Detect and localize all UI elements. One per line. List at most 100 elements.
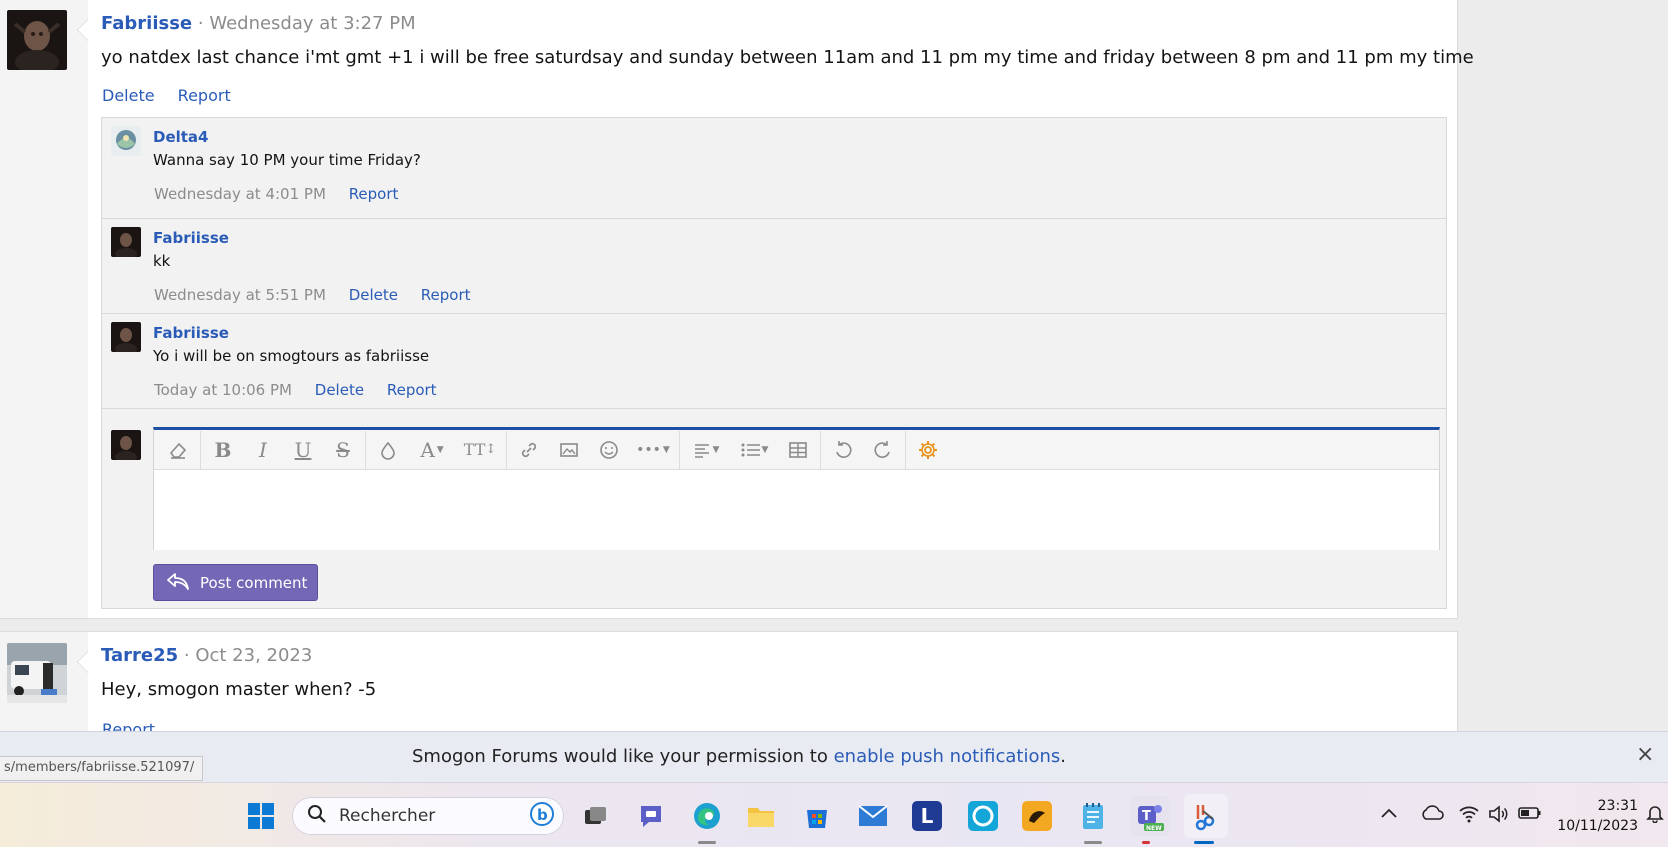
snipping-tool-icon[interactable] [1184, 794, 1228, 838]
svg-text:T: T [1142, 809, 1151, 824]
app-l-icon[interactable]: L [912, 801, 942, 831]
clock-time: 23:31 [1597, 798, 1638, 814]
app-game-icon[interactable] [1022, 801, 1052, 831]
profile-post: Fabriisse · Wednesday at 3:27 PM yo natd… [0, 0, 1474, 619]
underline-icon[interactable]: U [283, 430, 323, 470]
system-clock[interactable]: 23:31 10/11/2023 [1554, 796, 1638, 836]
post-time[interactable]: Wednesday at 3:27 PM [209, 13, 415, 34]
strikethrough-icon[interactable]: S [323, 430, 363, 470]
post-body: Hey, smogon master when? -5 [101, 679, 377, 700]
post-actions: Delete Report [102, 86, 249, 105]
avatar [111, 430, 141, 460]
smilies-icon[interactable] [589, 430, 629, 470]
comment-author[interactable]: Fabriisse [153, 229, 229, 247]
microsoft-store-icon[interactable] [802, 801, 832, 831]
link-icon[interactable] [509, 430, 549, 470]
volume-icon[interactable] [1488, 805, 1510, 828]
undo-icon[interactable] [823, 430, 863, 470]
clock-date: 10/11/2023 [1557, 818, 1638, 834]
post-author[interactable]: Tarre25 [101, 645, 178, 666]
alexa-icon[interactable] [968, 801, 998, 831]
redo-icon[interactable] [863, 430, 903, 470]
taskbar-search[interactable]: Rechercher b [292, 797, 564, 835]
italic-icon[interactable]: I [243, 430, 283, 470]
task-view-icon[interactable] [580, 801, 610, 831]
comment-input[interactable] [154, 470, 1439, 550]
comment-time[interactable]: Wednesday at 5:51 PM [154, 286, 326, 304]
editor-toolbar: B I U S A ▼ TT ↕ ••• ▼ ▼ ▼ [154, 430, 1439, 470]
font-family-icon[interactable]: A ▼ [408, 430, 456, 470]
separator: · [183, 645, 190, 666]
post-body: yo natdex last chance i'mt gmt +1 i will… [101, 47, 1474, 68]
onedrive-icon[interactable] [1420, 805, 1444, 826]
close-icon[interactable]: × [1636, 742, 1654, 767]
comment: Fabriisse Yo i will be on smogtours as f… [102, 314, 1446, 409]
comments-section: Delta4 Wanna say 10 PM your time Friday?… [101, 117, 1447, 609]
active-indicator [1084, 841, 1102, 844]
avatar[interactable] [111, 322, 141, 352]
active-indicator [1194, 841, 1214, 844]
comment-meta: Wednesday at 5:51 PM Delete Report [154, 286, 489, 304]
push-notification-banner: Smogon Forums would like your permission… [0, 731, 1668, 782]
comment-meta: Wednesday at 4:01 PM Report [154, 185, 416, 203]
post-author[interactable]: Fabriisse [101, 13, 192, 34]
comment-text: Yo i will be on smogtours as fabriisse [153, 347, 430, 365]
active-indicator [698, 841, 716, 844]
post-comment-button[interactable]: Post comment [153, 564, 318, 601]
comment-time[interactable]: Wednesday at 4:01 PM [154, 185, 326, 203]
svg-text:b: b [537, 806, 548, 824]
post-sidebar [0, 0, 88, 618]
taskbar: Rechercher b L T NEW 23:31 10/11/2023 [0, 782, 1668, 847]
notepad-icon[interactable] [1078, 801, 1108, 831]
avatar[interactable] [111, 227, 141, 257]
teams-new-icon[interactable]: T NEW [1130, 796, 1170, 836]
avatar[interactable] [7, 643, 67, 703]
comment-author[interactable]: Fabriisse [153, 324, 229, 342]
profile-post: Tarre25 · Oct 23, 2023 Hey, smogon maste… [0, 631, 1458, 741]
notification-period: . [1060, 746, 1067, 767]
list-icon[interactable]: ▼ [730, 430, 778, 470]
active-indicator [1142, 841, 1150, 844]
notification-text: Smogon Forums would like your permission… [412, 746, 1066, 767]
table-icon[interactable] [778, 430, 818, 470]
mail-icon[interactable] [858, 801, 888, 831]
bing-icon[interactable]: b [529, 801, 555, 832]
reply-icon [166, 571, 190, 595]
avatar[interactable] [111, 126, 141, 156]
divider [679, 430, 680, 469]
more-options-icon[interactable]: ••• ▼ [629, 430, 677, 470]
windows-start-icon[interactable] [246, 801, 276, 831]
bold-icon[interactable]: B [203, 430, 243, 470]
comment-author[interactable]: Delta4 [153, 128, 209, 146]
wifi-icon[interactable] [1458, 805, 1480, 828]
avatar[interactable] [7, 10, 67, 70]
comment-time[interactable]: Today at 10:06 PM [154, 381, 292, 399]
report-link[interactable]: Report [178, 86, 231, 105]
delete-link[interactable]: Delete [349, 286, 398, 304]
teams-chat-icon[interactable] [636, 801, 666, 831]
report-link[interactable]: Report [421, 286, 471, 304]
post-header: Tarre25 · Oct 23, 2023 [101, 645, 312, 666]
comment-editor: B I U S A ▼ TT ↕ ••• ▼ ▼ ▼ [153, 427, 1440, 550]
enable-push-link[interactable]: enable push notifications [834, 746, 1061, 767]
notification-message: Smogon Forums would like your permission… [412, 746, 834, 767]
divider [820, 430, 821, 469]
svg-text:NEW: NEW [1146, 825, 1162, 832]
post-time[interactable]: Oct 23, 2023 [195, 645, 312, 666]
text-color-icon[interactable] [368, 430, 408, 470]
delete-link[interactable]: Delete [315, 381, 364, 399]
file-explorer-icon[interactable] [746, 801, 776, 831]
report-link[interactable]: Report [349, 185, 399, 203]
font-size-icon[interactable]: TT ↕ [456, 430, 504, 470]
search-placeholder: Rechercher [339, 806, 436, 826]
battery-icon[interactable] [1518, 805, 1542, 826]
chevron-up-icon[interactable] [1380, 805, 1398, 825]
report-link[interactable]: Report [387, 381, 437, 399]
edge-browser-icon[interactable] [692, 801, 722, 831]
align-icon[interactable]: ▼ [682, 430, 730, 470]
eraser-icon[interactable] [158, 430, 198, 470]
delete-link[interactable]: Delete [102, 86, 155, 105]
image-icon[interactable] [549, 430, 589, 470]
gear-icon[interactable] [908, 430, 948, 470]
notification-bell-icon[interactable] [1645, 803, 1665, 828]
